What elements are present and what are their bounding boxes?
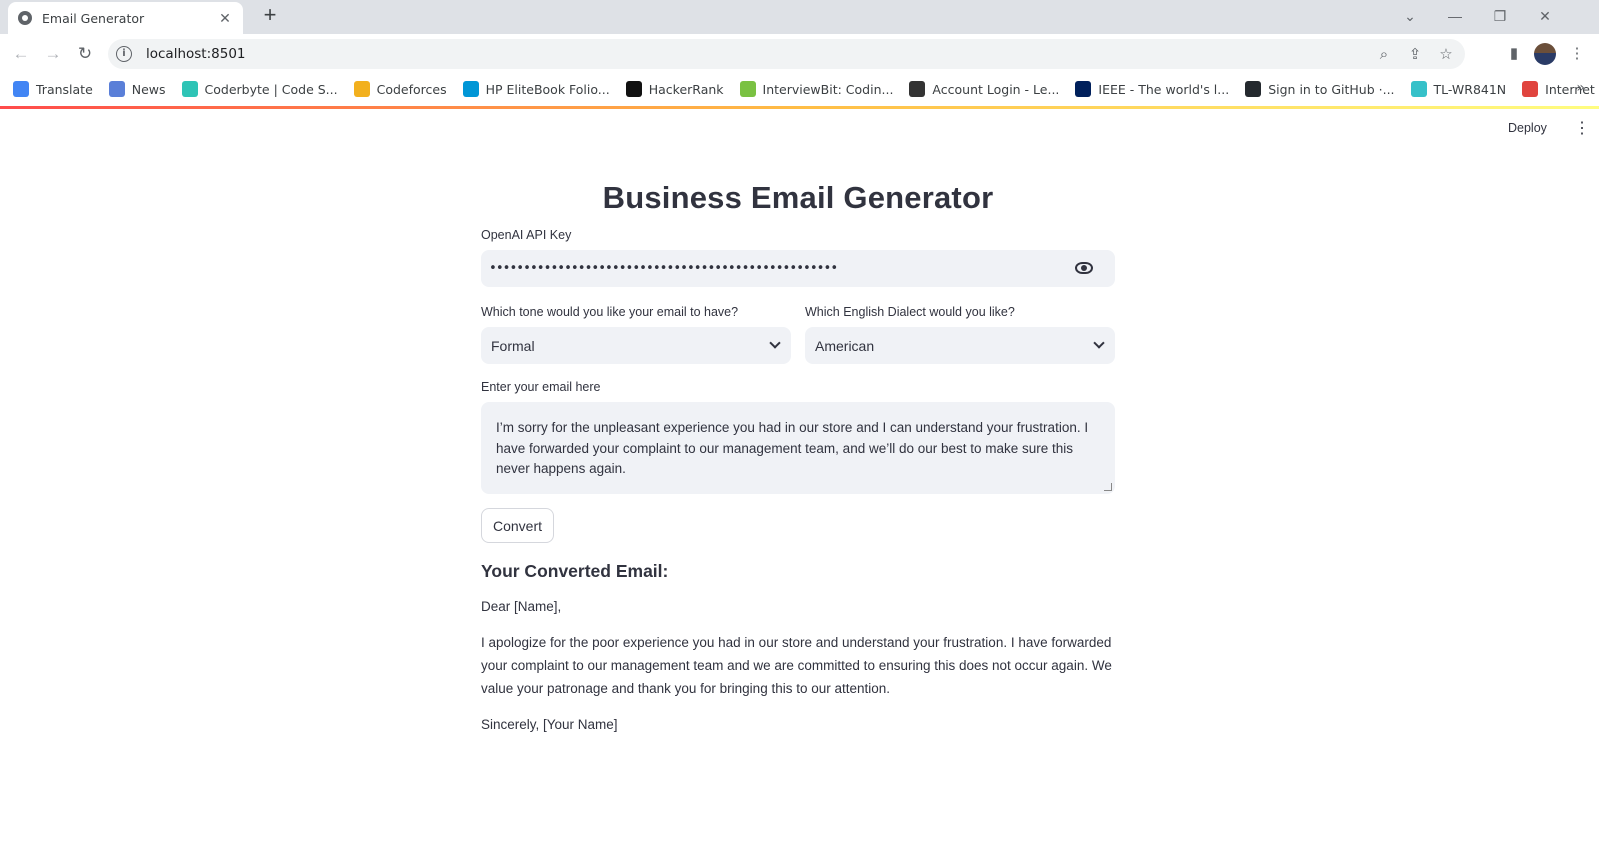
back-icon[interactable]: ← (10, 43, 32, 65)
dialect-select[interactable]: American (805, 327, 1115, 364)
dialect-selected-value: American (815, 337, 875, 354)
restore-icon[interactable]: ❐ (1490, 6, 1510, 26)
api-key-input[interactable] (489, 261, 1069, 276)
bookmark-favicon-icon (625, 81, 642, 97)
close-window-icon[interactable]: ✕ (1535, 6, 1555, 26)
email-textarea-value: I’m sorry for the unpleasant experience … (496, 420, 1089, 476)
chevron-down-icon (769, 337, 781, 349)
bookmark-item[interactable]: IEEE - The world's l... (1075, 81, 1229, 97)
bookmark-item[interactable]: Sign in to GitHub ·... (1245, 81, 1395, 97)
bookmark-favicon-icon (1245, 81, 1262, 97)
bookmark-favicon-icon (1075, 81, 1092, 97)
share-icon[interactable]: ⇪ (1406, 46, 1424, 64)
bookmark-item[interactable]: HackerRank (625, 81, 724, 97)
app-decoration-bar (0, 106, 1599, 109)
bookmark-label: Account Login - Le... (932, 81, 1060, 97)
bookmark-item[interactable]: Codeforces (353, 81, 447, 97)
api-key-label: OpenAI API Key (481, 228, 572, 242)
bookmark-label: HackerRank (648, 81, 724, 97)
bookmark-item[interactable]: Translate (13, 81, 93, 97)
bookmark-label: Sign in to GitHub ·... (1268, 81, 1395, 97)
email-input-label: Enter your email here (481, 380, 601, 394)
bookmark-favicon-icon (353, 81, 370, 97)
bookmark-item[interactable]: HP EliteBook Folio... (462, 81, 610, 97)
bookmark-item[interactable]: News (108, 81, 166, 97)
bookmark-item[interactable]: Coderbyte | Code S... (181, 81, 338, 97)
bookmark-favicon-icon (1410, 81, 1427, 97)
bookmark-item[interactable]: Internet Speed Test... (1522, 81, 1599, 97)
dialect-label: Which English Dialect would you like? (805, 305, 1015, 319)
convert-button[interactable]: Convert (481, 508, 555, 543)
bookmark-favicon-icon (108, 81, 125, 97)
browser-menu-icon[interactable]: ⋮ (1566, 43, 1588, 65)
bookmark-label: Codeforces (376, 81, 447, 97)
browser-tab[interactable]: Email Generator ✕ (8, 2, 243, 34)
main-content: Business Email Generator OpenAI API Key … (481, 180, 1115, 736)
tab-bar: Email Generator ✕ + ⌄ — ❐ ✕ (0, 0, 1599, 34)
app-menu-icon[interactable]: ⋮ (1574, 120, 1590, 138)
api-key-field (481, 250, 1115, 287)
bookmarks-bar: Translate News Coderbyte | Code S... Codefo… (0, 72, 1599, 106)
tone-selected-value: Formal (491, 337, 535, 354)
bookmark-favicon-icon (1522, 81, 1539, 97)
bookmark-label: Coderbyte | Code S... (204, 81, 338, 97)
close-tab-icon[interactable]: ✕ (217, 10, 233, 27)
page-title: Business Email Generator (602, 180, 994, 215)
result-greeting: Dear [Name], (481, 599, 562, 614)
resize-handle-icon[interactable] (1104, 483, 1112, 491)
bookmark-favicon-icon (739, 81, 756, 97)
zoom-icon[interactable]: ⌕ (1375, 46, 1393, 64)
tab-title: Email Generator (42, 10, 145, 26)
tone-label: Which tone would you like your email to … (481, 305, 739, 319)
tab-search-icon[interactable]: ⌄ (1400, 6, 1420, 26)
bookmark-label: IEEE - The world's l... (1098, 81, 1230, 97)
bookmark-star-icon[interactable]: ☆ (1437, 46, 1455, 64)
bookmark-label: TL-WR841N (1433, 81, 1507, 97)
new-tab-button[interactable]: + (258, 4, 282, 28)
chevron-down-icon (1093, 337, 1105, 349)
bookmark-favicon-icon (462, 81, 479, 97)
bookmark-favicon-icon (909, 81, 926, 97)
url-text: localhost:8501 (146, 46, 246, 62)
bookmark-label: HP EliteBook Folio... (485, 81, 610, 97)
globe-icon (18, 11, 32, 25)
info-icon[interactable]: i (116, 46, 132, 62)
email-textarea[interactable]: I’m sorry for the unpleasant experience … (481, 402, 1115, 494)
bookmark-label: Translate (36, 81, 93, 97)
bookmark-label: News (131, 81, 166, 97)
show-password-icon[interactable] (1075, 262, 1093, 274)
tone-select[interactable]: Formal (481, 327, 791, 364)
more-bookmarks-icon[interactable]: » (1576, 80, 1585, 96)
bookmark-favicon-icon (13, 81, 29, 97)
bookmark-favicon-icon (181, 81, 198, 97)
bookmark-label: InterviewBit: Codin... (762, 81, 894, 97)
result-closing: Sincerely, [Your Name] (481, 717, 618, 732)
reload-icon[interactable]: ↻ (74, 43, 96, 65)
profile-avatar[interactable] (1534, 43, 1556, 65)
deploy-button[interactable]: Deploy (1508, 121, 1547, 135)
bookmark-item[interactable]: TL-WR841N (1410, 81, 1507, 97)
forward-icon[interactable]: → (42, 43, 64, 65)
side-panel-icon[interactable]: ▮ (1503, 43, 1525, 65)
browser-toolbar: ← → ↻ i localhost:8501 ⌕ ⇪ ☆ ▮ ⋮ (0, 34, 1599, 72)
bookmark-item[interactable]: Account Login - Le... (909, 81, 1059, 97)
result-body: I apologize for the poor experience you … (481, 635, 1112, 696)
result-heading: Your Converted Email: (481, 561, 669, 581)
bookmark-label: Internet Speed Test... (1545, 81, 1599, 97)
address-bar[interactable]: i localhost:8501 ⌕ ⇪ ☆ (108, 39, 1465, 69)
bookmark-item[interactable]: InterviewBit: Codin... (739, 81, 894, 97)
minimize-icon[interactable]: — (1445, 6, 1465, 26)
